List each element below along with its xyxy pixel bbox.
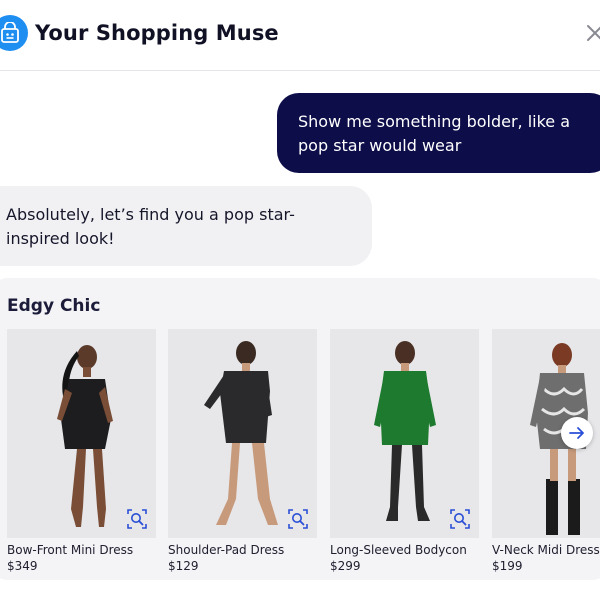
product-price: $129 (168, 559, 199, 573)
product-name[interactable]: V-Neck Midi Dress (492, 543, 600, 557)
recommendation-title: Edgy Chic (7, 296, 101, 316)
carousel-next-button[interactable] (561, 417, 593, 449)
product-name[interactable]: Long-Sleeved Bodycon (330, 543, 467, 557)
visual-search-icon[interactable] (126, 508, 148, 530)
product-price: $199 (492, 559, 523, 573)
product-name[interactable]: Shoulder-Pad Dress (168, 543, 284, 557)
arrow-right-icon (569, 427, 584, 439)
product-price: $299 (330, 559, 361, 573)
chat-title: Your Shopping Muse (35, 21, 279, 45)
product-price: $349 (7, 559, 38, 573)
product-card[interactable]: Long-Sleeved Bodycon $299 (330, 329, 479, 573)
shopping-bag-logo-icon (0, 15, 28, 51)
product-card[interactable]: Shoulder-Pad Dress $129 (168, 329, 317, 573)
product-name[interactable]: Bow-Front Mini Dress (7, 543, 133, 557)
assistant-message-bubble: Absolutely, let’s find you a pop star-in… (0, 186, 372, 266)
close-icon[interactable] (584, 22, 600, 44)
product-card[interactable]: Bow-Front Mini Dress $349 (7, 329, 156, 573)
chat-header: Your Shopping Muse (0, 0, 600, 71)
user-message-bubble: Show me something bolder, like a pop sta… (277, 93, 600, 173)
product-image[interactable] (168, 329, 317, 538)
visual-search-icon[interactable] (449, 508, 471, 530)
visual-search-icon[interactable] (287, 508, 309, 530)
product-image[interactable] (7, 329, 156, 538)
product-image[interactable] (330, 329, 479, 538)
